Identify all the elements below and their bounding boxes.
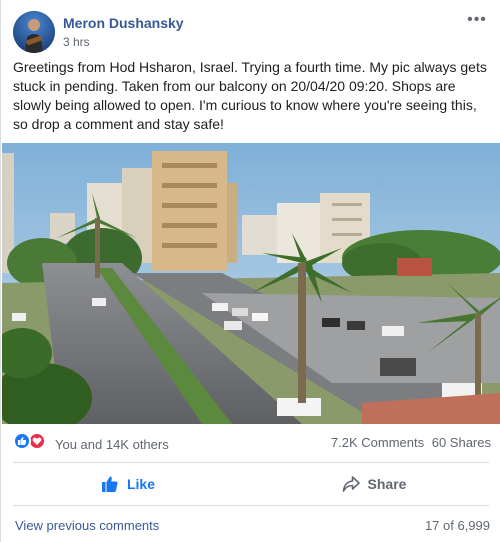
more-options-icon[interactable]: ••• — [467, 12, 487, 33]
avatar[interactable] — [13, 11, 55, 53]
like-label: Like — [126, 476, 155, 492]
share-button[interactable]: Share — [259, 466, 489, 502]
post-timestamp[interactable]: 3 hrs — [63, 35, 90, 49]
shares-count[interactable]: 60 Shares — [432, 435, 491, 450]
post-header: Meron Dushansky 3 hrs ••• — [13, 11, 489, 53]
divider — [13, 505, 489, 506]
comments-count[interactable]: 7.2K Comments — [331, 435, 424, 450]
divider — [13, 462, 489, 463]
author-name[interactable]: Meron Dushansky — [63, 15, 184, 31]
post-actions: Like Share — [13, 466, 489, 502]
post-text: Greetings from Hod Hsharon, Israel. Tryi… — [13, 59, 487, 132]
like-reaction-icon — [13, 432, 31, 450]
post-card: Meron Dushansky 3 hrs ••• Greetings from… — [0, 0, 500, 542]
post-photo[interactable] — [2, 143, 500, 424]
share-arrow-icon — [342, 475, 360, 493]
thumbs-up-icon — [101, 475, 119, 493]
share-label: Share — [367, 476, 407, 492]
post-stats: You and 14K others 7.2K Comments 60 Shar… — [13, 430, 491, 454]
reactions-count-text[interactable]: You and 14K others — [55, 437, 169, 452]
view-previous-comments-link[interactable]: View previous comments — [15, 518, 159, 533]
engagement-counts: 7.2K Comments 60 Shares — [327, 435, 491, 450]
comment-pagination-count: 17 of 6,999 — [424, 518, 490, 533]
like-button[interactable]: Like — [13, 466, 243, 502]
